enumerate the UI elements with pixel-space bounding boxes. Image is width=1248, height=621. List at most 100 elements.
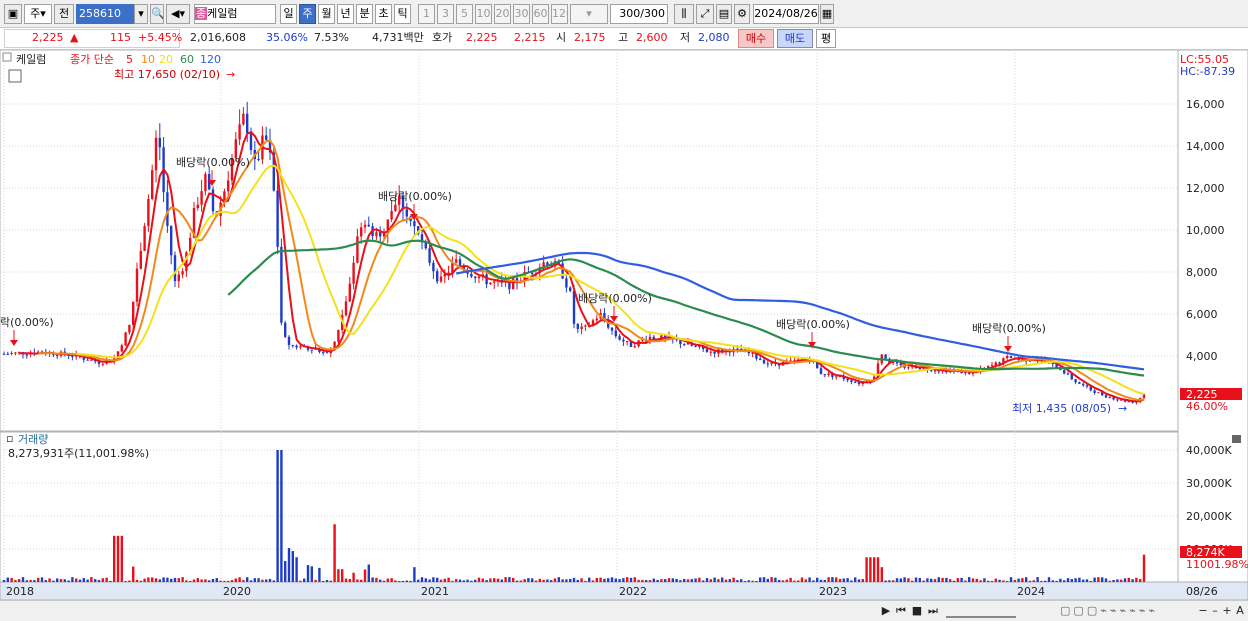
chart-area[interactable]: 16,000 14,000 12,000 10,000 8,000 6,000 4,000 4… [0,49,1248,601]
volume-bar [797,580,800,582]
volume-toggle-icon[interactable]: ▫ [6,432,13,445]
plus-icon[interactable]: + [1222,604,1232,618]
period-button-1[interactable]: 주 [299,4,316,24]
volume-bar [200,579,203,582]
stock-chart[interactable]: 16,000 14,000 12,000 10,000 8,000 6,000 4,000 4… [0,49,1248,601]
panel-toggle-icon[interactable] [2,52,12,62]
candle-body [363,224,367,228]
period-button-3[interactable]: 년 [337,4,354,24]
interval-button-0[interactable]: 1 [418,4,435,24]
volume-bar [413,567,416,582]
volume-bar [766,578,769,582]
volume-bar [189,580,192,582]
volume-bar [778,580,781,582]
volume-bar [819,579,823,582]
min-arrow-icon: → [1118,402,1127,415]
candle-body [835,376,838,378]
sell-button[interactable]: 매도 [777,29,813,48]
candle-body [211,189,215,212]
volume-bar [523,579,526,582]
drawing-tool-icon[interactable]: ⤢ [696,4,714,24]
quote-bar: 2,225 ▲ 115 +5.45% 2,016,608 35.06% 7.53… [0,28,1248,50]
period-button-4[interactable]: 분 [356,4,373,24]
volume-bar [907,578,910,582]
volume-bar [287,548,291,582]
volume-bar [143,578,146,582]
interval-button-2[interactable]: 5 [456,4,473,24]
candle-body [287,336,291,346]
tool-icons[interactable]: ▢▢▢⌁⌁⌁⌁⌁⌁ [1024,604,1194,618]
max-price-label: 최고 17,650 (02/10) [114,68,220,81]
empty-select[interactable]: ▾ [570,4,608,24]
period-button-5[interactable]: 초 [375,4,392,24]
volume-bar [842,578,845,582]
volume-bar [211,578,215,582]
search-icon[interactable]: 🔍 [150,4,164,24]
interval-button-5[interactable]: 30 [513,4,530,24]
volume-bar [629,577,633,582]
volume-bar [1089,580,1092,582]
candle-body [177,274,180,282]
rewind-icon[interactable]: ⏮ [894,604,908,618]
volume-bar [888,580,891,582]
stock-code-input[interactable]: 258610 [76,4,136,24]
volume-bar [390,578,393,582]
stop-icon[interactable]: ■ [910,604,924,618]
count-value: 300 [619,7,641,20]
volume-bar [831,577,834,582]
volume-bar [363,569,367,582]
interval-button-7[interactable]: 120 [551,4,568,24]
toolbar: ▣ 주▾ 전 258610 ▾ 🔍 ◀▾ 종케일럼 ▾ 300/300 ⫼ ⤢ … [0,0,1248,28]
interval-button-4[interactable]: 20 [494,4,511,24]
layout-icon[interactable]: ▣ [4,4,22,24]
count-input[interactable]: 300/300 [610,4,668,24]
period-button-6[interactable]: 틱 [394,4,411,24]
calendar-icon[interactable]: ▦ [820,4,834,24]
volume-bar [565,579,568,582]
volume-title: 거래량 [18,433,48,446]
settings-icon[interactable]: ⚙ [734,4,750,24]
volume-bar [603,578,606,582]
sound-icon[interactable]: ◀▾ [166,4,190,24]
period-type-select[interactable]: 주▾ [24,4,52,24]
candle-body [390,210,393,220]
volume-bar [1021,578,1024,582]
date-input[interactable]: 2024/08/26 [753,4,819,24]
volume-panel-close-icon[interactable] [1232,435,1241,443]
volume-bar [78,579,82,582]
volume-bar [1082,579,1085,582]
interval-button-3[interactable]: 10 [475,4,492,24]
interval-button-6[interactable]: 60 [532,4,549,24]
minus-icon[interactable]: − [1198,604,1208,618]
candle-body [1078,382,1081,384]
auto-scale-icon[interactable]: A [1234,604,1246,618]
candle-type-icon[interactable]: ⫼ [674,4,694,24]
volume-bar [979,580,982,582]
volume-bar [926,578,929,582]
period-button-2[interactable]: 월 [318,4,335,24]
stock-name-field[interactable]: 종케일럼 [194,4,276,24]
dash-icon[interactable]: – [1210,604,1220,618]
scroll-right-icon[interactable]: ▶ [880,604,892,618]
volume-bar [880,567,883,582]
legend-ma-120: 120 [200,53,221,66]
buy-button[interactable]: 매수 [738,29,774,48]
grid-toggle-icon[interactable] [8,69,22,83]
volume-bar [295,557,298,582]
volume-bar [158,579,161,582]
volume-bar [1101,577,1104,582]
save-icon[interactable]: ▤ [716,4,732,24]
prev-button[interactable]: 전 [54,4,74,24]
low-label: 저 [680,31,691,44]
code-dropdown-icon[interactable]: ▾ [134,4,148,24]
candle-body [257,159,260,161]
period-button-0[interactable]: 일 [280,4,297,24]
interval-button-1[interactable]: 3 [437,4,454,24]
candle-body [512,278,515,290]
avg-button[interactable]: 평 [816,29,836,48]
volume-bar [1112,579,1115,582]
volume-bar [964,580,967,582]
fast-forward-icon[interactable]: ⏭ [926,604,940,618]
zoom-slider[interactable] [946,604,1016,618]
volume-bar [1078,577,1081,582]
